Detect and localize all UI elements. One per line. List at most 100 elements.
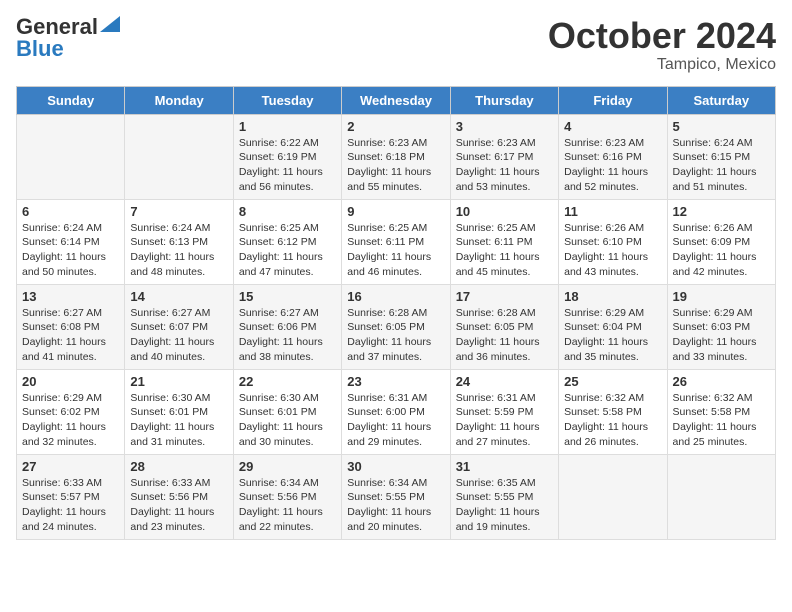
cell-info: Sunrise: 6:32 AMSunset: 5:58 PMDaylight:… (673, 391, 770, 450)
day-number: 23 (347, 374, 444, 389)
cell-info: Sunrise: 6:32 AMSunset: 5:58 PMDaylight:… (564, 391, 661, 450)
calendar-cell: 10Sunrise: 6:25 AMSunset: 6:11 PMDayligh… (450, 199, 558, 284)
calendar-cell: 14Sunrise: 6:27 AMSunset: 6:07 PMDayligh… (125, 284, 233, 369)
calendar-cell: 4 Sunrise: 6:23 AMSunset: 6:16 PMDaylight… (559, 114, 667, 199)
title-area: October 2024 Tampico, Mexico (548, 16, 776, 74)
cell-info: Sunrise: 6:25 AMSunset: 6:11 PMDaylight:… (347, 221, 444, 280)
cell-info: Sunrise: 6:28 AMSunset: 6:05 PMDaylight:… (347, 306, 444, 365)
day-number: 30 (347, 459, 444, 474)
cell-info: Sunrise: 6:33 AMSunset: 5:56 PMDaylight:… (130, 476, 227, 535)
logo-triangle-icon (100, 16, 120, 32)
day-number: 25 (564, 374, 661, 389)
calendar-cell: 16 Sunrise: 6:28 AMSunset: 6:05 PMDayligh… (342, 284, 450, 369)
calendar-cell: 24Sunrise: 6:31 AMSunset: 5:59 PMDayligh… (450, 369, 558, 454)
cell-info: Sunrise: 6:25 AMSunset: 6:12 PMDaylight:… (239, 221, 336, 280)
day-number: 18 (564, 289, 661, 304)
calendar-cell: 29Sunrise: 6:34 AMSunset: 5:56 PMDayligh… (233, 454, 341, 539)
calendar-cell: 13Sunrise: 6:27 AMSunset: 6:08 PMDayligh… (17, 284, 125, 369)
logo-general-text: General (16, 16, 98, 38)
day-number: 31 (456, 459, 553, 474)
location-subtitle: Tampico, Mexico (548, 56, 776, 74)
calendar-cell: 17 Sunrise: 6:28 AMSunset: 6:05 PMDayligh… (450, 284, 558, 369)
cell-info: Sunrise: 6:23 AMSunset: 6:16 PMDaylight:… (564, 136, 661, 195)
calendar-cell: 1Sunrise: 6:22 AMSunset: 6:19 PMDaylight… (233, 114, 341, 199)
calendar-week-row: 13Sunrise: 6:27 AMSunset: 6:08 PMDayligh… (17, 284, 776, 369)
cell-info: Sunrise: 6:24 AMSunset: 6:15 PMDaylight:… (673, 136, 770, 195)
day-number: 21 (130, 374, 227, 389)
cell-info: Sunrise: 6:29 AMSunset: 6:03 PMDaylight:… (673, 306, 770, 365)
cell-info: Sunrise: 6:31 AMSunset: 6:00 PMDaylight:… (347, 391, 444, 450)
calendar-cell (125, 114, 233, 199)
calendar-cell: 18 Sunrise: 6:29 AMSunset: 6:04 PMDayligh… (559, 284, 667, 369)
calendar-cell: 31 Sunrise: 6:35 AMSunset: 5:55 PMDayligh… (450, 454, 558, 539)
calendar-cell: 23 Sunrise: 6:31 AMSunset: 6:00 PMDayligh… (342, 369, 450, 454)
header-monday: Monday (125, 86, 233, 114)
day-number: 17 (456, 289, 553, 304)
day-number: 15 (239, 289, 336, 304)
cell-info: Sunrise: 6:26 AMSunset: 6:10 PMDaylight:… (564, 221, 661, 280)
day-number: 7 (130, 204, 227, 219)
day-number: 4 (564, 119, 661, 134)
calendar-cell: 3 Sunrise: 6:23 AMSunset: 6:17 PMDaylight… (450, 114, 558, 199)
cell-info: Sunrise: 6:29 AMSunset: 6:02 PMDaylight:… (22, 391, 119, 450)
calendar-cell (667, 454, 775, 539)
day-number: 16 (347, 289, 444, 304)
calendar-table: SundayMondayTuesdayWednesdayThursdayFrid… (16, 86, 776, 540)
calendar-cell: 15 Sunrise: 6:27 AMSunset: 6:06 PMDayligh… (233, 284, 341, 369)
cell-info: Sunrise: 6:28 AMSunset: 6:05 PMDaylight:… (456, 306, 553, 365)
calendar-week-row: 1Sunrise: 6:22 AMSunset: 6:19 PMDaylight… (17, 114, 776, 199)
cell-info: Sunrise: 6:23 AMSunset: 6:17 PMDaylight:… (456, 136, 553, 195)
logo-blue-text: Blue (16, 38, 64, 60)
calendar-cell: 9 Sunrise: 6:25 AMSunset: 6:11 PMDaylight… (342, 199, 450, 284)
day-number: 2 (347, 119, 444, 134)
header-saturday: Saturday (667, 86, 775, 114)
calendar-cell: 6 Sunrise: 6:24 AMSunset: 6:14 PMDaylight… (17, 199, 125, 284)
calendar-cell: 27Sunrise: 6:33 AMSunset: 5:57 PMDayligh… (17, 454, 125, 539)
calendar-week-row: 20 Sunrise: 6:29 AMSunset: 6:02 PMDayligh… (17, 369, 776, 454)
day-number: 20 (22, 374, 119, 389)
calendar-cell: 30 Sunrise: 6:34 AMSunset: 5:55 PMDayligh… (342, 454, 450, 539)
cell-info: Sunrise: 6:26 AMSunset: 6:09 PMDaylight:… (673, 221, 770, 280)
cell-info: Sunrise: 6:27 AMSunset: 6:08 PMDaylight:… (22, 306, 119, 365)
calendar-cell: 7Sunrise: 6:24 AMSunset: 6:13 PMDaylight… (125, 199, 233, 284)
header: General Blue October 2024 Tampico, Mexic… (16, 16, 776, 74)
header-tuesday: Tuesday (233, 86, 341, 114)
day-number: 6 (22, 204, 119, 219)
day-number: 22 (239, 374, 336, 389)
cell-info: Sunrise: 6:29 AMSunset: 6:04 PMDaylight:… (564, 306, 661, 365)
day-number: 26 (673, 374, 770, 389)
day-number: 28 (130, 459, 227, 474)
cell-info: Sunrise: 6:31 AMSunset: 5:59 PMDaylight:… (456, 391, 553, 450)
day-number: 3 (456, 119, 553, 134)
cell-info: Sunrise: 6:24 AMSunset: 6:14 PMDaylight:… (22, 221, 119, 280)
day-number: 5 (673, 119, 770, 134)
calendar-cell: 8Sunrise: 6:25 AMSunset: 6:12 PMDaylight… (233, 199, 341, 284)
day-number: 11 (564, 204, 661, 219)
cell-info: Sunrise: 6:22 AMSunset: 6:19 PMDaylight:… (239, 136, 336, 195)
calendar-week-row: 27Sunrise: 6:33 AMSunset: 5:57 PMDayligh… (17, 454, 776, 539)
month-title: October 2024 (548, 16, 776, 56)
calendar-cell: 12Sunrise: 6:26 AMSunset: 6:09 PMDayligh… (667, 199, 775, 284)
cell-info: Sunrise: 6:35 AMSunset: 5:55 PMDaylight:… (456, 476, 553, 535)
cell-info: Sunrise: 6:34 AMSunset: 5:55 PMDaylight:… (347, 476, 444, 535)
header-sunday: Sunday (17, 86, 125, 114)
cell-info: Sunrise: 6:33 AMSunset: 5:57 PMDaylight:… (22, 476, 119, 535)
calendar-cell: 19 Sunrise: 6:29 AMSunset: 6:03 PMDayligh… (667, 284, 775, 369)
calendar-cell (559, 454, 667, 539)
calendar-cell: 26 Sunrise: 6:32 AMSunset: 5:58 PMDayligh… (667, 369, 775, 454)
cell-info: Sunrise: 6:34 AMSunset: 5:56 PMDaylight:… (239, 476, 336, 535)
day-number: 10 (456, 204, 553, 219)
day-number: 19 (673, 289, 770, 304)
calendar-cell: 28 Sunrise: 6:33 AMSunset: 5:56 PMDayligh… (125, 454, 233, 539)
calendar-cell (17, 114, 125, 199)
calendar-cell: 11 Sunrise: 6:26 AMSunset: 6:10 PMDayligh… (559, 199, 667, 284)
calendar-cell: 22Sunrise: 6:30 AMSunset: 6:01 PMDayligh… (233, 369, 341, 454)
header-thursday: Thursday (450, 86, 558, 114)
cell-info: Sunrise: 6:30 AMSunset: 6:01 PMDaylight:… (130, 391, 227, 450)
cell-info: Sunrise: 6:23 AMSunset: 6:18 PMDaylight:… (347, 136, 444, 195)
calendar-cell: 21 Sunrise: 6:30 AMSunset: 6:01 PMDayligh… (125, 369, 233, 454)
logo: General Blue (16, 16, 120, 60)
cell-info: Sunrise: 6:27 AMSunset: 6:06 PMDaylight:… (239, 306, 336, 365)
calendar-cell: 25 Sunrise: 6:32 AMSunset: 5:58 PMDayligh… (559, 369, 667, 454)
day-number: 9 (347, 204, 444, 219)
